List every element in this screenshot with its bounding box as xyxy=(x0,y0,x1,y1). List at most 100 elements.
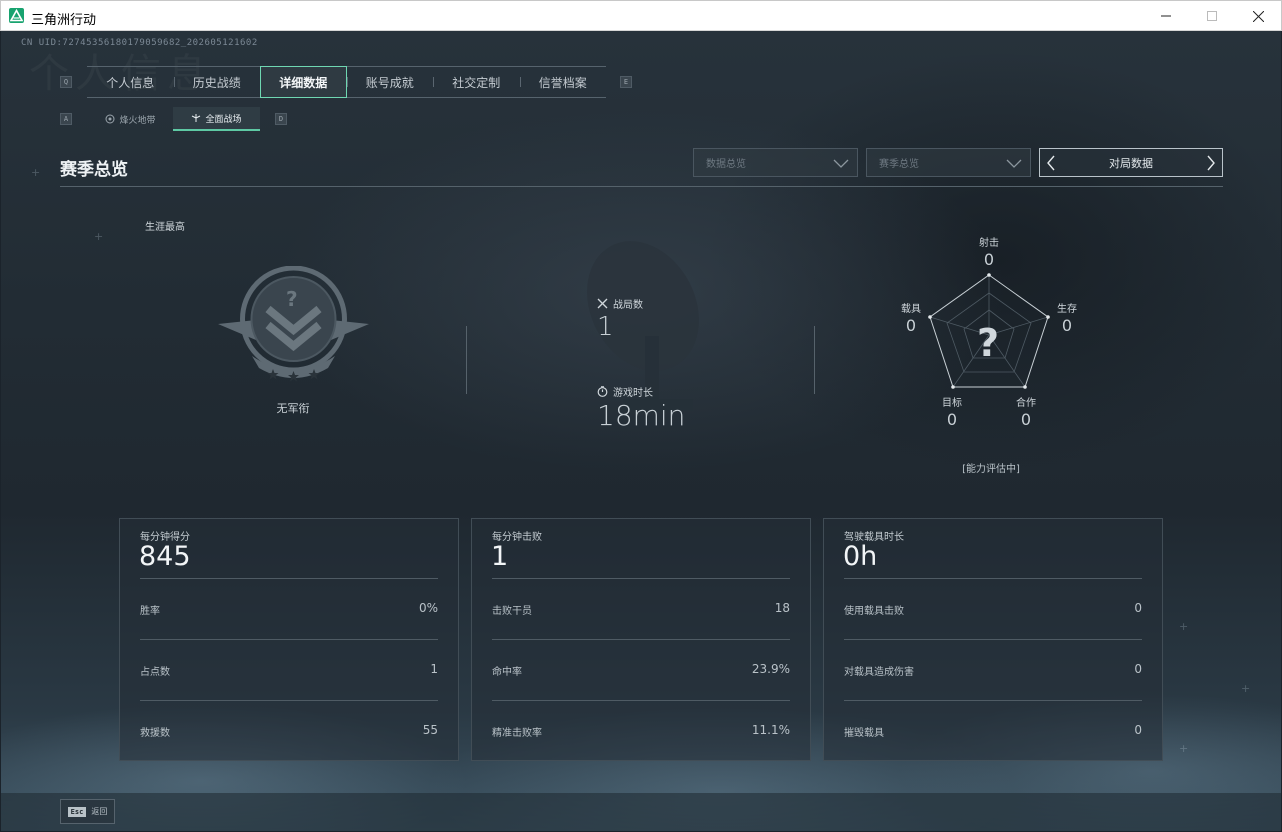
subtab-full-battlefield[interactable]: 全面战场 xyxy=(173,107,260,131)
radar-axis-teamwork-label: 合作 xyxy=(1016,398,1036,409)
radar-axis-survival-value: 0 xyxy=(1061,316,1073,335)
rank-name: 无军衔 xyxy=(276,402,310,415)
row-label: 摧毁载具 xyxy=(844,728,884,739)
close-button[interactable] xyxy=(1235,1,1281,31)
esc-key: Esc xyxy=(67,806,87,817)
next-tab-key[interactable]: E xyxy=(620,76,632,88)
rank-symbol: ? xyxy=(286,287,298,311)
maximize-button[interactable] xyxy=(1189,1,1235,31)
minimize-button[interactable] xyxy=(1143,1,1189,31)
hazard-zone-icon xyxy=(105,114,115,124)
column-divider xyxy=(814,326,815,394)
radar-axis-vehicle-value: 0 xyxy=(905,316,917,335)
radar-axis-survival-label: 生存 xyxy=(1057,304,1077,315)
matches-value: 1 xyxy=(597,312,614,342)
chevron-left-icon[interactable] xyxy=(1046,155,1056,171)
subtab-label: 全面战场 xyxy=(205,114,242,125)
tab-achievements[interactable]: 账号成就 xyxy=(346,67,434,97)
dropdown-value: 赛季总览 xyxy=(879,159,919,170)
row-value: 55 xyxy=(422,723,438,737)
card-value: 1 xyxy=(491,541,509,572)
playtime-label: 游戏时长 xyxy=(613,388,653,399)
match-data-label: 对局数据 xyxy=(1109,156,1153,170)
radar-axis-teamwork-value: 0 xyxy=(1020,410,1032,429)
row-value: 1 xyxy=(430,662,438,676)
crossed-swords-icon xyxy=(597,298,608,309)
row-value: 0% xyxy=(418,601,438,615)
row-label: 使用载具击败 xyxy=(844,606,904,617)
matches-label-group: 战局数 xyxy=(597,296,643,311)
stat-card-score: 每分钟得分 845 胜率 0% 占点数 1 救援数 55 xyxy=(119,518,459,761)
stat-card-kills: 每分钟击败 1 击败干员 18 命中率 23.9% 精准击败率 11.1% xyxy=(471,518,811,761)
chevron-down-icon xyxy=(1006,159,1022,168)
tab-personal-info[interactable]: 个人信息 xyxy=(87,67,174,97)
playtime-value: 18min xyxy=(597,399,686,432)
card-divider xyxy=(492,578,790,579)
card-divider xyxy=(844,700,1142,701)
crosshair-mark: + xyxy=(31,166,41,179)
radar-axis-shooting-label: 射击 xyxy=(979,238,999,249)
player-uid: CN UID:72745356180179059682_202605121602 xyxy=(21,38,258,48)
card-divider xyxy=(492,700,790,701)
card-divider xyxy=(140,700,438,701)
prev-tab-key[interactable]: Q xyxy=(60,76,72,88)
footer-bar: Esc 返回 xyxy=(1,793,1281,831)
match-data-selector: 对局数据 xyxy=(1039,148,1223,177)
card-divider xyxy=(844,578,1142,579)
chevron-right-icon[interactable] xyxy=(1206,155,1216,171)
matches-label: 战局数 xyxy=(613,300,643,311)
row-value: 11.1% xyxy=(751,723,790,737)
stopwatch-icon xyxy=(597,386,608,397)
row-value: 23.9% xyxy=(751,662,790,676)
row-label: 击败干员 xyxy=(492,606,532,617)
card-divider xyxy=(492,639,790,640)
crosshair-mark: + xyxy=(94,230,104,243)
card-divider xyxy=(844,639,1142,640)
battlefield-icon xyxy=(192,114,201,122)
stat-card-vehicle: 驾驶载具时长 0h 使用载具击败 0 对载具造成伤害 0 摧毁载具 0 xyxy=(823,518,1163,761)
playtime-label-group: 游戏时长 xyxy=(597,384,653,399)
row-value: 0 xyxy=(1134,601,1142,615)
season-overview-dropdown[interactable]: 赛季总览 xyxy=(866,148,1031,177)
row-label: 对载具造成伤害 xyxy=(844,667,914,678)
tab-social[interactable]: 社交定制 xyxy=(433,67,520,97)
row-value: 0 xyxy=(1134,723,1142,737)
chevron-down-icon xyxy=(833,159,849,168)
row-value: 0 xyxy=(1134,662,1142,676)
prev-subtab-key[interactable]: A xyxy=(60,113,72,125)
tab-history[interactable]: 历史战绩 xyxy=(173,67,261,97)
dropdown-value: 数据总览 xyxy=(706,159,746,170)
section-title: 赛季总览 xyxy=(60,160,128,180)
tab-credit-record[interactable]: 信誉档案 xyxy=(519,67,607,97)
subtab-hazard-zone[interactable]: 烽火地带 xyxy=(88,107,173,131)
radar-axis-vehicle-label: 载具 xyxy=(901,304,921,315)
back-label: 返回 xyxy=(91,807,108,816)
radar-axis-objective-label: 目标 xyxy=(942,398,962,409)
row-value: 18 xyxy=(774,601,790,615)
rank-emblem-icon: ? xyxy=(218,266,369,382)
window-titlebar: 三角洲行动 xyxy=(0,0,1282,31)
back-button[interactable]: Esc 返回 xyxy=(60,799,115,824)
row-label: 命中率 xyxy=(492,667,522,678)
window-title: 三角洲行动 xyxy=(31,13,97,28)
ability-eval-status: [能力评估中] xyxy=(962,464,1020,475)
card-divider xyxy=(140,578,438,579)
section-divider xyxy=(60,186,1223,187)
crosshair-mark: + xyxy=(1241,682,1251,695)
column-divider xyxy=(466,326,467,394)
tab-detailed-data[interactable]: 详细数据 xyxy=(260,66,347,98)
radar-axis-objective-value: 0 xyxy=(946,410,958,429)
data-overview-dropdown[interactable]: 数据总览 xyxy=(693,148,858,177)
card-value: 0h xyxy=(843,541,878,572)
main-tab-bar: 个人信息 历史战绩 详细数据 账号成就 社交定制 信誉档案 xyxy=(87,66,606,98)
crosshair-mark: + xyxy=(1179,620,1189,633)
row-label: 精准击败率 xyxy=(492,728,542,739)
row-label: 占点数 xyxy=(140,667,170,678)
game-viewport: 个人信息 + + + + + CN UID:727453561801790596… xyxy=(1,31,1281,831)
card-value: 845 xyxy=(139,541,191,572)
next-subtab-key[interactable]: D xyxy=(275,113,287,125)
crosshair-mark: + xyxy=(1179,742,1189,755)
career-best-label: 生涯最高 xyxy=(145,222,185,233)
row-label: 救援数 xyxy=(140,728,170,739)
app-logo-icon xyxy=(9,8,24,23)
